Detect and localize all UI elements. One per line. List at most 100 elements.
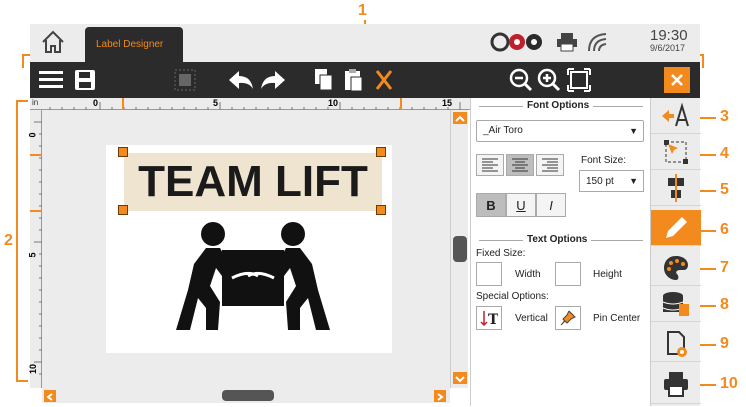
align-right-button[interactable]	[536, 154, 564, 176]
ruler-mark-10: 10	[328, 98, 339, 108]
toolbar	[30, 62, 700, 98]
screenshot-root: 1 2 Label Designer 19:30 9/6/2017 in 0 5…	[0, 0, 746, 407]
sidebar-item-transform[interactable]	[651, 134, 701, 170]
vertical-label: Vertical	[515, 313, 548, 324]
menu-icon[interactable]	[38, 66, 64, 94]
callout-2-bracket	[16, 100, 18, 382]
resize-handle-top-right[interactable]	[376, 147, 386, 157]
status-icons	[490, 31, 610, 53]
scroll-left-icon[interactable]	[44, 390, 56, 402]
font-select[interactable]: _Air Toro ▼	[476, 120, 644, 142]
vertical-text-icon: T	[480, 311, 498, 327]
right-sidebar	[650, 98, 701, 406]
page-settings-icon	[667, 330, 687, 357]
align-center-icon	[668, 173, 684, 202]
callout-1-bracket-left	[22, 54, 24, 68]
sidebar-item-text-align[interactable]	[651, 98, 701, 134]
scroll-down-icon[interactable]	[453, 372, 467, 384]
callout-6: 6	[720, 221, 729, 238]
label-text[interactable]: TEAM LIFT	[124, 157, 382, 207]
ruler-left-mark-10: 10	[28, 363, 39, 375]
zoom-in-icon[interactable]	[536, 66, 562, 94]
pin-icon	[560, 310, 576, 326]
palette-icon	[664, 255, 688, 280]
fit-to-screen-icon[interactable]	[566, 66, 592, 94]
italic-button[interactable]: I	[536, 193, 566, 217]
ruler-left: 0 5 10	[27, 110, 42, 388]
ruler-mark-5: 5	[213, 98, 219, 108]
save-icon[interactable]	[72, 66, 98, 94]
callout-7-line	[700, 268, 716, 270]
scroll-right-icon[interactable]	[434, 390, 446, 402]
underline-button[interactable]: U	[506, 193, 536, 217]
height-checkbox[interactable]	[555, 262, 581, 286]
font-size-select[interactable]: 150 pt ▼	[579, 170, 644, 192]
italic-label: I	[549, 197, 553, 213]
align-center-button[interactable]	[506, 154, 534, 176]
callout-8: 8	[720, 296, 729, 313]
sidebar-item-database[interactable]	[651, 286, 701, 322]
sidebar-item-align[interactable]	[651, 170, 701, 206]
cut-icon[interactable]	[372, 66, 396, 94]
callout-1: 1	[358, 2, 367, 19]
horizontal-scroll-thumb[interactable]	[222, 390, 274, 401]
height-label: Height	[593, 269, 622, 280]
database-icon	[662, 291, 689, 316]
zoom-out-icon[interactable]	[508, 66, 534, 94]
redo-icon[interactable]	[258, 66, 288, 94]
align-left-button[interactable]	[476, 154, 504, 176]
text-align-icon	[662, 102, 689, 126]
width-checkbox[interactable]	[476, 262, 502, 286]
copy-icon[interactable]	[312, 66, 336, 94]
ruler-left-mark-5: 5	[27, 252, 38, 258]
paste-icon[interactable]	[342, 66, 366, 94]
vertical-toggle[interactable]: T	[476, 306, 502, 330]
horizontal-scrollbar[interactable]	[42, 388, 450, 403]
callout-4-line	[700, 154, 716, 156]
callout-6-line	[700, 230, 716, 232]
team-lift-pictogram[interactable]	[158, 218, 348, 338]
callout-2-top	[16, 100, 28, 102]
resize-handle-bottom-right[interactable]	[376, 205, 386, 215]
ruler-mark-15: 15	[442, 98, 453, 108]
text-options-title: Text Options	[523, 234, 592, 245]
ruler-unit: in	[32, 98, 39, 107]
font-options-title: Font Options	[523, 100, 594, 111]
callout-5-line	[700, 190, 716, 192]
tab-label-designer[interactable]: Label Designer	[85, 27, 183, 62]
wifi-icon	[588, 33, 607, 52]
bold-button[interactable]: B	[476, 193, 506, 217]
undo-icon[interactable]	[226, 66, 256, 94]
sidebar-item-edit[interactable]	[651, 210, 701, 246]
sidebar-item-palette[interactable]	[651, 250, 701, 286]
ruler-top: in 0 5 10 15	[30, 98, 470, 110]
vertical-scroll-thumb[interactable]	[453, 236, 467, 262]
pencil-icon	[666, 216, 687, 238]
print-icon	[664, 371, 688, 397]
font-select-value: _Air Toro	[483, 125, 523, 136]
special-options-label: Special Options:	[476, 291, 549, 302]
callout-2-bottom	[16, 380, 28, 382]
close-icon[interactable]	[664, 67, 690, 93]
resize-handle-bottom-left[interactable]	[118, 205, 128, 215]
font-size-value: 150 pt	[586, 176, 614, 187]
printer-status-icon	[557, 33, 577, 52]
scroll-up-icon[interactable]	[453, 112, 467, 124]
resize-handle-top-left[interactable]	[118, 147, 128, 157]
properties-panel: Font Options _Air Toro ▼ Font Size: 150 …	[470, 98, 650, 406]
home-icon[interactable]	[38, 28, 68, 56]
sidebar-item-print[interactable]	[651, 364, 701, 404]
callout-10: 10	[720, 375, 738, 392]
sidebar-item-page-settings[interactable]	[651, 326, 701, 362]
tab-label: Label Designer	[96, 39, 164, 50]
pin-center-toggle[interactable]	[555, 306, 581, 330]
vertical-scrollbar[interactable]	[450, 110, 468, 388]
callout-7: 7	[720, 259, 729, 276]
callout-5: 5	[720, 181, 729, 198]
font-size-label: Font Size:	[581, 155, 627, 166]
clock-time: 19:30	[650, 27, 688, 44]
ruler-mark-0: 0	[93, 98, 99, 108]
grid-snap-icon[interactable]	[172, 66, 198, 94]
ruler-left-mark-0: 0	[27, 132, 38, 138]
clock-date: 9/6/2017	[650, 43, 686, 53]
